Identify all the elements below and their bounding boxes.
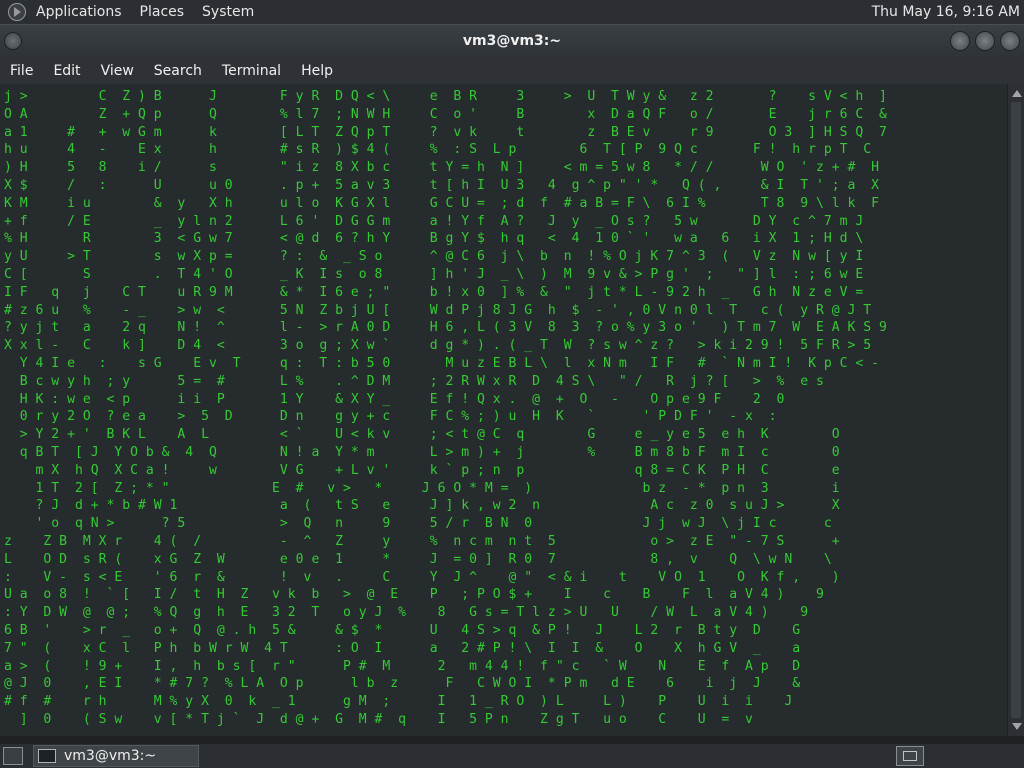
menu-terminal[interactable]: Terminal — [212, 63, 291, 79]
menu-view[interactable]: View — [91, 63, 144, 79]
scroll-down-icon[interactable] — [1012, 723, 1022, 730]
taskbar-item-terminal[interactable]: vm3@vm3:~ — [33, 745, 199, 767]
clock[interactable]: Thu May 16, 9:16 AM — [872, 4, 1020, 20]
window-title: vm3@vm3:~ — [462, 33, 562, 49]
menu-file[interactable]: File — [0, 63, 43, 79]
terminal-icon — [38, 749, 56, 763]
bottom-panel: vm3@vm3:~ — [0, 744, 1024, 768]
menu-search[interactable]: Search — [144, 63, 212, 79]
window-menu-icon[interactable] — [4, 32, 22, 50]
terminal-area[interactable]: j > C Z ) B J F y R D Q < \ e B R 3 > U … — [0, 84, 1007, 736]
terminal-scrollbar[interactable] — [1007, 84, 1024, 736]
scroll-up-icon[interactable] — [1012, 90, 1022, 97]
menu-places[interactable]: Places — [140, 4, 185, 20]
taskbar-item-label: vm3@vm3:~ — [64, 748, 157, 764]
show-desktop-icon[interactable] — [3, 747, 23, 765]
terminal-output: j > C Z ) B J F y R D Q < \ e B R 3 > U … — [4, 89, 887, 727]
window-titlebar[interactable]: vm3@vm3:~ — [0, 24, 1024, 57]
menu-help[interactable]: Help — [291, 63, 343, 79]
applications-menu-icon[interactable] — [8, 3, 26, 21]
minimize-icon[interactable] — [950, 31, 970, 51]
menu-system[interactable]: System — [202, 4, 254, 20]
menu-edit[interactable]: Edit — [43, 63, 90, 79]
window-bottom-border — [0, 736, 1024, 744]
terminal-menubar: File Edit View Search Terminal Help — [0, 57, 1024, 84]
top-panel: Applications Places System Thu May 16, 9… — [0, 0, 1024, 24]
maximize-icon[interactable] — [975, 31, 995, 51]
menu-applications[interactable]: Applications — [36, 4, 122, 20]
scrollbar-thumb[interactable] — [1011, 102, 1021, 718]
workspace-switcher-icon[interactable] — [896, 746, 924, 766]
close-icon[interactable] — [1000, 31, 1020, 51]
